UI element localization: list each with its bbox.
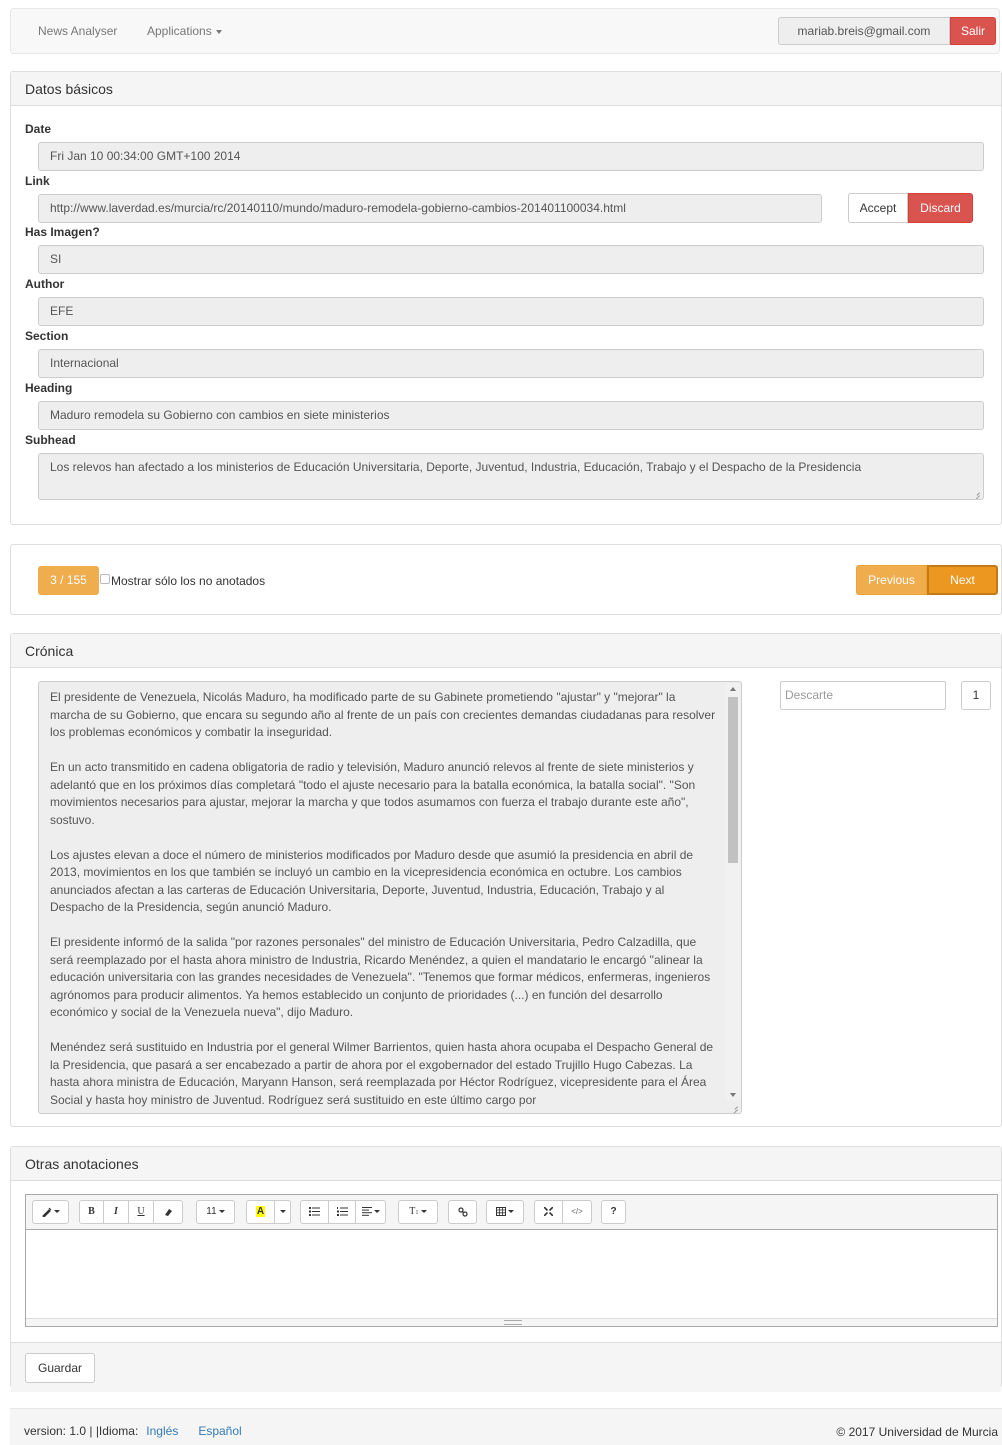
heading-label: Heading — [25, 381, 73, 395]
clear-format-button[interactable] — [154, 1200, 183, 1224]
caret-down-icon — [279, 1210, 286, 1214]
highlight-letter: A — [255, 1206, 266, 1217]
section-label: Section — [25, 329, 69, 343]
ordered-list-button[interactable] — [329, 1200, 356, 1224]
has-imagen-label: Has Imagen? — [25, 225, 100, 239]
resize-grip-icon[interactable] — [730, 1102, 738, 1110]
vertical-scrollbar[interactable] — [726, 683, 740, 1101]
otras-anotaciones-panel: Otras anotaciones B I U 11 A T↕ </> ? Gu… — [10, 1146, 1002, 1392]
lang-english-link[interactable]: Inglés — [146, 1424, 178, 1438]
bold-button[interactable]: B — [79, 1200, 104, 1224]
align-icon — [361, 1207, 372, 1217]
version-text: version: 1.0 | |Idioma: — [24, 1424, 139, 1438]
link-field[interactable]: http://www.laverdad.es/murcia/rc/2014011… — [38, 194, 822, 223]
link-label: Link — [25, 174, 50, 188]
code-view-button[interactable]: </> — [563, 1200, 592, 1224]
user-email: mariab.breis@gmail.com — [778, 17, 950, 45]
editor-statusbar — [26, 1318, 997, 1326]
insert-table-dropdown[interactable] — [486, 1200, 524, 1224]
help-button[interactable]: ? — [601, 1200, 626, 1224]
navbar: News Analyser Applications mariab.breis@… — [10, 8, 1000, 54]
scrollbar-thumb[interactable] — [728, 697, 738, 863]
next-button[interactable]: Next — [927, 565, 998, 595]
applications-label: Applications — [147, 24, 212, 38]
resize-grip-icon[interactable] — [972, 488, 980, 496]
author-field[interactable]: EFE — [38, 297, 984, 326]
caret-down-icon — [373, 1210, 380, 1214]
previous-button[interactable]: Previous — [856, 565, 927, 595]
panel-title: Crónica — [11, 634, 1001, 668]
show-unannotated-checkbox[interactable] — [100, 574, 110, 584]
cronica-panel: Crónica El presidente de Venezuela, Nico… — [10, 633, 1002, 1127]
datos-basicos-panel: Datos básicos Date Fri Jan 10 00:34:00 G… — [10, 71, 1002, 525]
subhead-text: Los relevos han afectado a los ministeri… — [50, 460, 862, 474]
underline-button[interactable]: U — [129, 1200, 154, 1224]
caret-down-icon — [218, 1209, 225, 1213]
section-field[interactable]: Internacional — [38, 349, 984, 378]
accept-button[interactable]: Accept — [848, 193, 908, 223]
style-magic-button[interactable] — [32, 1200, 69, 1224]
editor-content-area[interactable] — [26, 1230, 997, 1318]
magic-pen-icon — [41, 1207, 51, 1218]
footer-left: version: 1.0 | |Idioma: Inglés Español — [24, 1424, 242, 1438]
panel-title: Otras anotaciones — [11, 1147, 1001, 1181]
eraser-icon — [165, 1208, 172, 1216]
cronica-paragraph: Los ajustes elevan a doce el número de m… — [50, 847, 694, 915]
guardar-button[interactable]: Guardar — [25, 1353, 95, 1383]
discard-button[interactable]: Discard — [908, 193, 973, 223]
lang-spanish-link[interactable]: Español — [198, 1424, 241, 1438]
unordered-list-icon — [309, 1207, 320, 1217]
descarte-count-button[interactable]: 1 — [961, 681, 991, 710]
article-counter: 3 / 155 — [38, 566, 99, 595]
subhead-label: Subhead — [25, 433, 76, 447]
author-label: Author — [25, 277, 65, 291]
has-imagen-field[interactable]: SI — [38, 245, 984, 274]
copyright-text: © 2017 Universidad de Murcia — [836, 1425, 998, 1439]
cronica-paragraph: Menéndez será sustituido en Industria po… — [50, 1040, 714, 1107]
link-icon — [457, 1207, 468, 1217]
page-footer: version: 1.0 | |Idioma: Inglés Español © 2… — [10, 1408, 1002, 1445]
italic-button[interactable]: I — [104, 1200, 129, 1224]
caret-down-icon — [508, 1210, 514, 1214]
fullscreen-button[interactable] — [534, 1200, 563, 1224]
ordered-list-icon — [336, 1207, 348, 1217]
cronica-textarea[interactable]: El presidente de Venezuela, Nicolás Madu… — [38, 681, 742, 1114]
panel-title: Datos básicos — [11, 72, 1001, 106]
nav-brand[interactable]: News Analyser — [38, 24, 117, 38]
caret-down-icon — [53, 1210, 60, 1214]
cronica-paragraph: El presidente de Venezuela, Nicolás Madu… — [50, 690, 716, 739]
rich-text-editor: B I U 11 A T↕ </> ? — [25, 1194, 998, 1327]
subhead-textarea[interactable]: Los relevos han afectado a los ministeri… — [38, 453, 984, 500]
applications-dropdown[interactable]: Applications — [147, 24, 222, 38]
unordered-list-button[interactable] — [300, 1200, 329, 1224]
panel-footer: Guardar — [11, 1342, 1001, 1392]
logout-button[interactable]: Salir — [950, 17, 996, 45]
insert-link-button[interactable] — [448, 1200, 477, 1224]
font-size-dropdown[interactable]: 11 — [196, 1200, 235, 1224]
caret-down-icon — [420, 1210, 427, 1214]
date-field[interactable]: Fri Jan 10 00:34:00 GMT+100 2014 — [38, 142, 984, 171]
cronica-paragraph: El presidente informó de la salida "por … — [50, 935, 711, 1019]
cronica-paragraph: En un acto transmitido en cadena obligat… — [50, 760, 696, 827]
table-icon — [496, 1207, 506, 1217]
line-height-dropdown[interactable]: T↕ — [398, 1200, 438, 1224]
highlight-dropdown[interactable] — [275, 1200, 291, 1224]
editor-toolbar: B I U 11 A T↕ </> ? — [26, 1195, 997, 1230]
heading-field[interactable]: Maduro remodela su Gobierno con cambios … — [38, 401, 984, 430]
descarte-input[interactable]: Descarte — [780, 681, 946, 710]
date-label: Date — [25, 122, 52, 136]
editor-resize-grip-icon[interactable] — [504, 1320, 522, 1325]
font-size-value: 11 — [206, 1206, 217, 1217]
caret-down-icon — [215, 29, 222, 34]
scroll-up-icon[interactable] — [730, 687, 736, 691]
pager-panel: 3 / 155 Mostrar sólo los no anotados Pre… — [10, 544, 1002, 615]
show-unannotated-label: Mostrar sólo los no anotados — [111, 574, 266, 588]
code-view-icon: </> — [571, 1207, 583, 1216]
fullscreen-icon — [543, 1206, 554, 1217]
paragraph-align-dropdown[interactable] — [356, 1200, 386, 1224]
highlight-button[interactable]: A — [246, 1200, 275, 1224]
scroll-down-icon[interactable] — [730, 1093, 736, 1097]
